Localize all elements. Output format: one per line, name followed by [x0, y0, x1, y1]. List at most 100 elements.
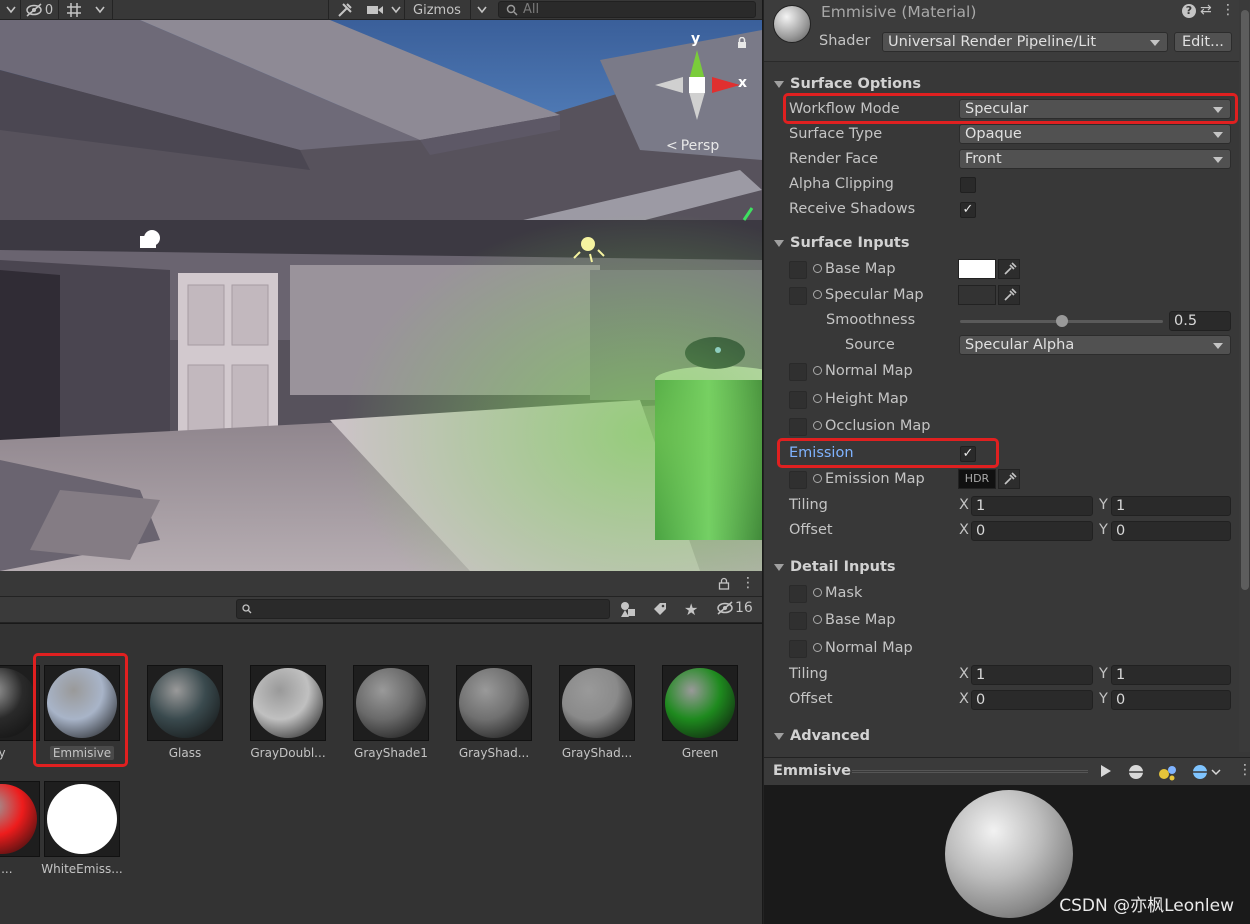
detail-offset-label: Offset — [789, 691, 833, 707]
eyedropper-icon[interactable] — [998, 285, 1020, 305]
detail-base-map-texture-slot[interactable] — [789, 612, 807, 630]
preview-mesh-icon[interactable] — [1128, 764, 1144, 784]
asset-item[interactable]: WhiteEmiss... — [40, 781, 124, 876]
foldout-triangle-icon[interactable] — [774, 240, 784, 247]
base-map-texture-slot[interactable] — [789, 261, 807, 279]
object-picker-icon[interactable] — [813, 474, 822, 483]
detail-normal-map-texture-slot[interactable] — [789, 640, 807, 658]
preview-background-icon[interactable] — [1192, 764, 1222, 784]
eyedropper-icon[interactable] — [998, 469, 1020, 489]
object-picker-icon[interactable] — [813, 588, 822, 597]
detail-offset-y-field[interactable]: 0 — [1111, 690, 1231, 710]
tools-button[interactable] — [332, 0, 358, 20]
camera-dropdown[interactable] — [388, 0, 404, 20]
object-picker-icon[interactable] — [813, 366, 822, 375]
detail-offset-x-field[interactable]: 0 — [971, 690, 1093, 710]
project-search-input[interactable] — [236, 599, 610, 619]
filter-by-type-icon[interactable] — [620, 601, 636, 622]
help-icon[interactable]: ? — [1182, 4, 1196, 18]
gizmo-y-label: y — [691, 31, 700, 47]
preview-lighting-icon[interactable] — [1158, 763, 1178, 785]
receive-shadows-checkbox[interactable]: ✓ — [960, 202, 976, 218]
height-map-texture-slot[interactable] — [789, 391, 807, 409]
normal-map-texture-slot[interactable] — [789, 363, 807, 381]
asset-item[interactable]: Green — [658, 665, 742, 760]
more-options-icon[interactable]: ⋮ — [1221, 2, 1235, 18]
preview-resize-handle[interactable] — [852, 770, 1088, 773]
asset-item[interactable]: GrayShade1 — [349, 665, 433, 760]
filter-by-label-icon[interactable] — [652, 601, 668, 621]
occlusion-map-texture-slot[interactable] — [789, 418, 807, 436]
base-map-label: Base Map — [813, 261, 896, 277]
play-icon[interactable] — [1100, 764, 1112, 782]
scene-camera-button[interactable] — [362, 0, 388, 20]
inspector-scrollbar-thumb[interactable] — [1241, 10, 1249, 590]
emission-hdr-color-swatch[interactable]: HDR — [958, 469, 996, 489]
specular-color-swatch[interactable] — [958, 285, 996, 305]
smoothness-slider-thumb[interactable] — [1056, 315, 1068, 327]
eyedropper-icon[interactable] — [998, 259, 1020, 279]
projection-toggle[interactable]: <Persp — [666, 138, 719, 154]
scene-view[interactable]: y x <Persp — [0, 20, 762, 571]
offset-x-field[interactable]: 0 — [971, 521, 1093, 541]
advanced-header[interactable]: Advanced — [790, 728, 870, 744]
foldout-triangle-icon[interactable] — [774, 564, 784, 571]
shader-dropdown[interactable]: Universal Render Pipeline/Lit — [882, 32, 1168, 52]
scene-search-input[interactable]: All — [498, 1, 756, 18]
asset-item[interactable]: GrayShad... — [555, 665, 639, 760]
material-preview[interactable]: CSDN @亦枫Leonlew — [763, 785, 1250, 924]
scene-toolbar-left-menu[interactable] — [4, 0, 18, 20]
asset-item[interactable]: Glass — [143, 665, 227, 760]
surface-type-dropdown[interactable]: Opaque — [959, 124, 1231, 144]
scene-toolbar: 0 Gizmos All — [0, 0, 762, 20]
grid-snap-button[interactable] — [62, 0, 86, 20]
lock-icon[interactable] — [718, 577, 730, 594]
receive-shadows-label: Receive Shadows — [789, 201, 915, 217]
workflow-mode-highlight — [783, 93, 1238, 124]
hidden-packages-toggle[interactable]: 16 — [716, 600, 753, 616]
tiling-y-field[interactable]: 1 — [1111, 496, 1231, 516]
object-picker-icon[interactable] — [813, 290, 822, 299]
object-picker-icon[interactable] — [813, 264, 822, 273]
alpha-clipping-checkbox[interactable] — [960, 177, 976, 193]
chevron-down-icon — [95, 6, 105, 14]
surface-options-header[interactable]: Surface Options — [790, 76, 921, 92]
foldout-triangle-icon[interactable] — [774, 81, 784, 88]
detail-mask-texture-slot[interactable] — [789, 585, 807, 603]
smoothness-source-dropdown[interactable]: Specular Alpha — [959, 335, 1231, 355]
lock-icon[interactable] — [736, 37, 748, 53]
detail-tiling-y-field[interactable]: 1 — [1111, 665, 1231, 685]
presets-icon[interactable]: ⇄ — [1200, 2, 1212, 18]
more-options-icon[interactable]: ⋮ — [1238, 762, 1250, 778]
render-face-dropdown[interactable]: Front — [959, 149, 1231, 169]
smoothness-value-field[interactable]: 0.5 — [1169, 311, 1231, 331]
foldout-triangle-icon[interactable] — [774, 733, 784, 740]
offset-y-field[interactable]: 0 — [1111, 521, 1231, 541]
shader-value: Universal Render Pipeline/Lit — [888, 34, 1096, 50]
scene-visibility-toggle[interactable]: 0 — [22, 0, 56, 20]
asset-item[interactable]: si... — [0, 781, 44, 876]
surface-inputs-header[interactable]: Surface Inputs — [790, 235, 909, 251]
gizmos-button[interactable]: Gizmos — [406, 0, 468, 20]
asset-item[interactable]: GrayDoubl... — [246, 665, 330, 760]
specular-map-texture-slot[interactable] — [789, 287, 807, 305]
object-picker-icon[interactable] — [813, 643, 822, 652]
more-options-icon[interactable]: ⋮ — [741, 576, 755, 590]
object-picker-icon[interactable] — [813, 394, 822, 403]
inspector-scrollbar[interactable] — [1239, 0, 1250, 752]
object-picker-icon[interactable] — [813, 615, 822, 624]
emission-map-texture-slot[interactable] — [789, 471, 807, 489]
object-picker-icon[interactable] — [813, 421, 822, 430]
gizmos-dropdown[interactable] — [472, 0, 492, 20]
height-map-label: Height Map — [813, 391, 908, 407]
base-color-swatch[interactable] — [958, 259, 996, 279]
detail-inputs-header[interactable]: Detail Inputs — [790, 559, 896, 575]
tiling-x-field[interactable]: 1 — [971, 496, 1093, 516]
selected-asset-highlight — [33, 653, 128, 767]
grid-snap-dropdown[interactable] — [90, 0, 110, 20]
favorite-star-icon[interactable]: ★ — [684, 600, 698, 619]
asset-item[interactable]: GrayShad... — [452, 665, 536, 760]
edit-shader-button[interactable]: Edit... — [1174, 32, 1232, 52]
detail-tiling-x-field[interactable]: 1 — [971, 665, 1093, 685]
chevron-down-icon — [6, 6, 16, 14]
